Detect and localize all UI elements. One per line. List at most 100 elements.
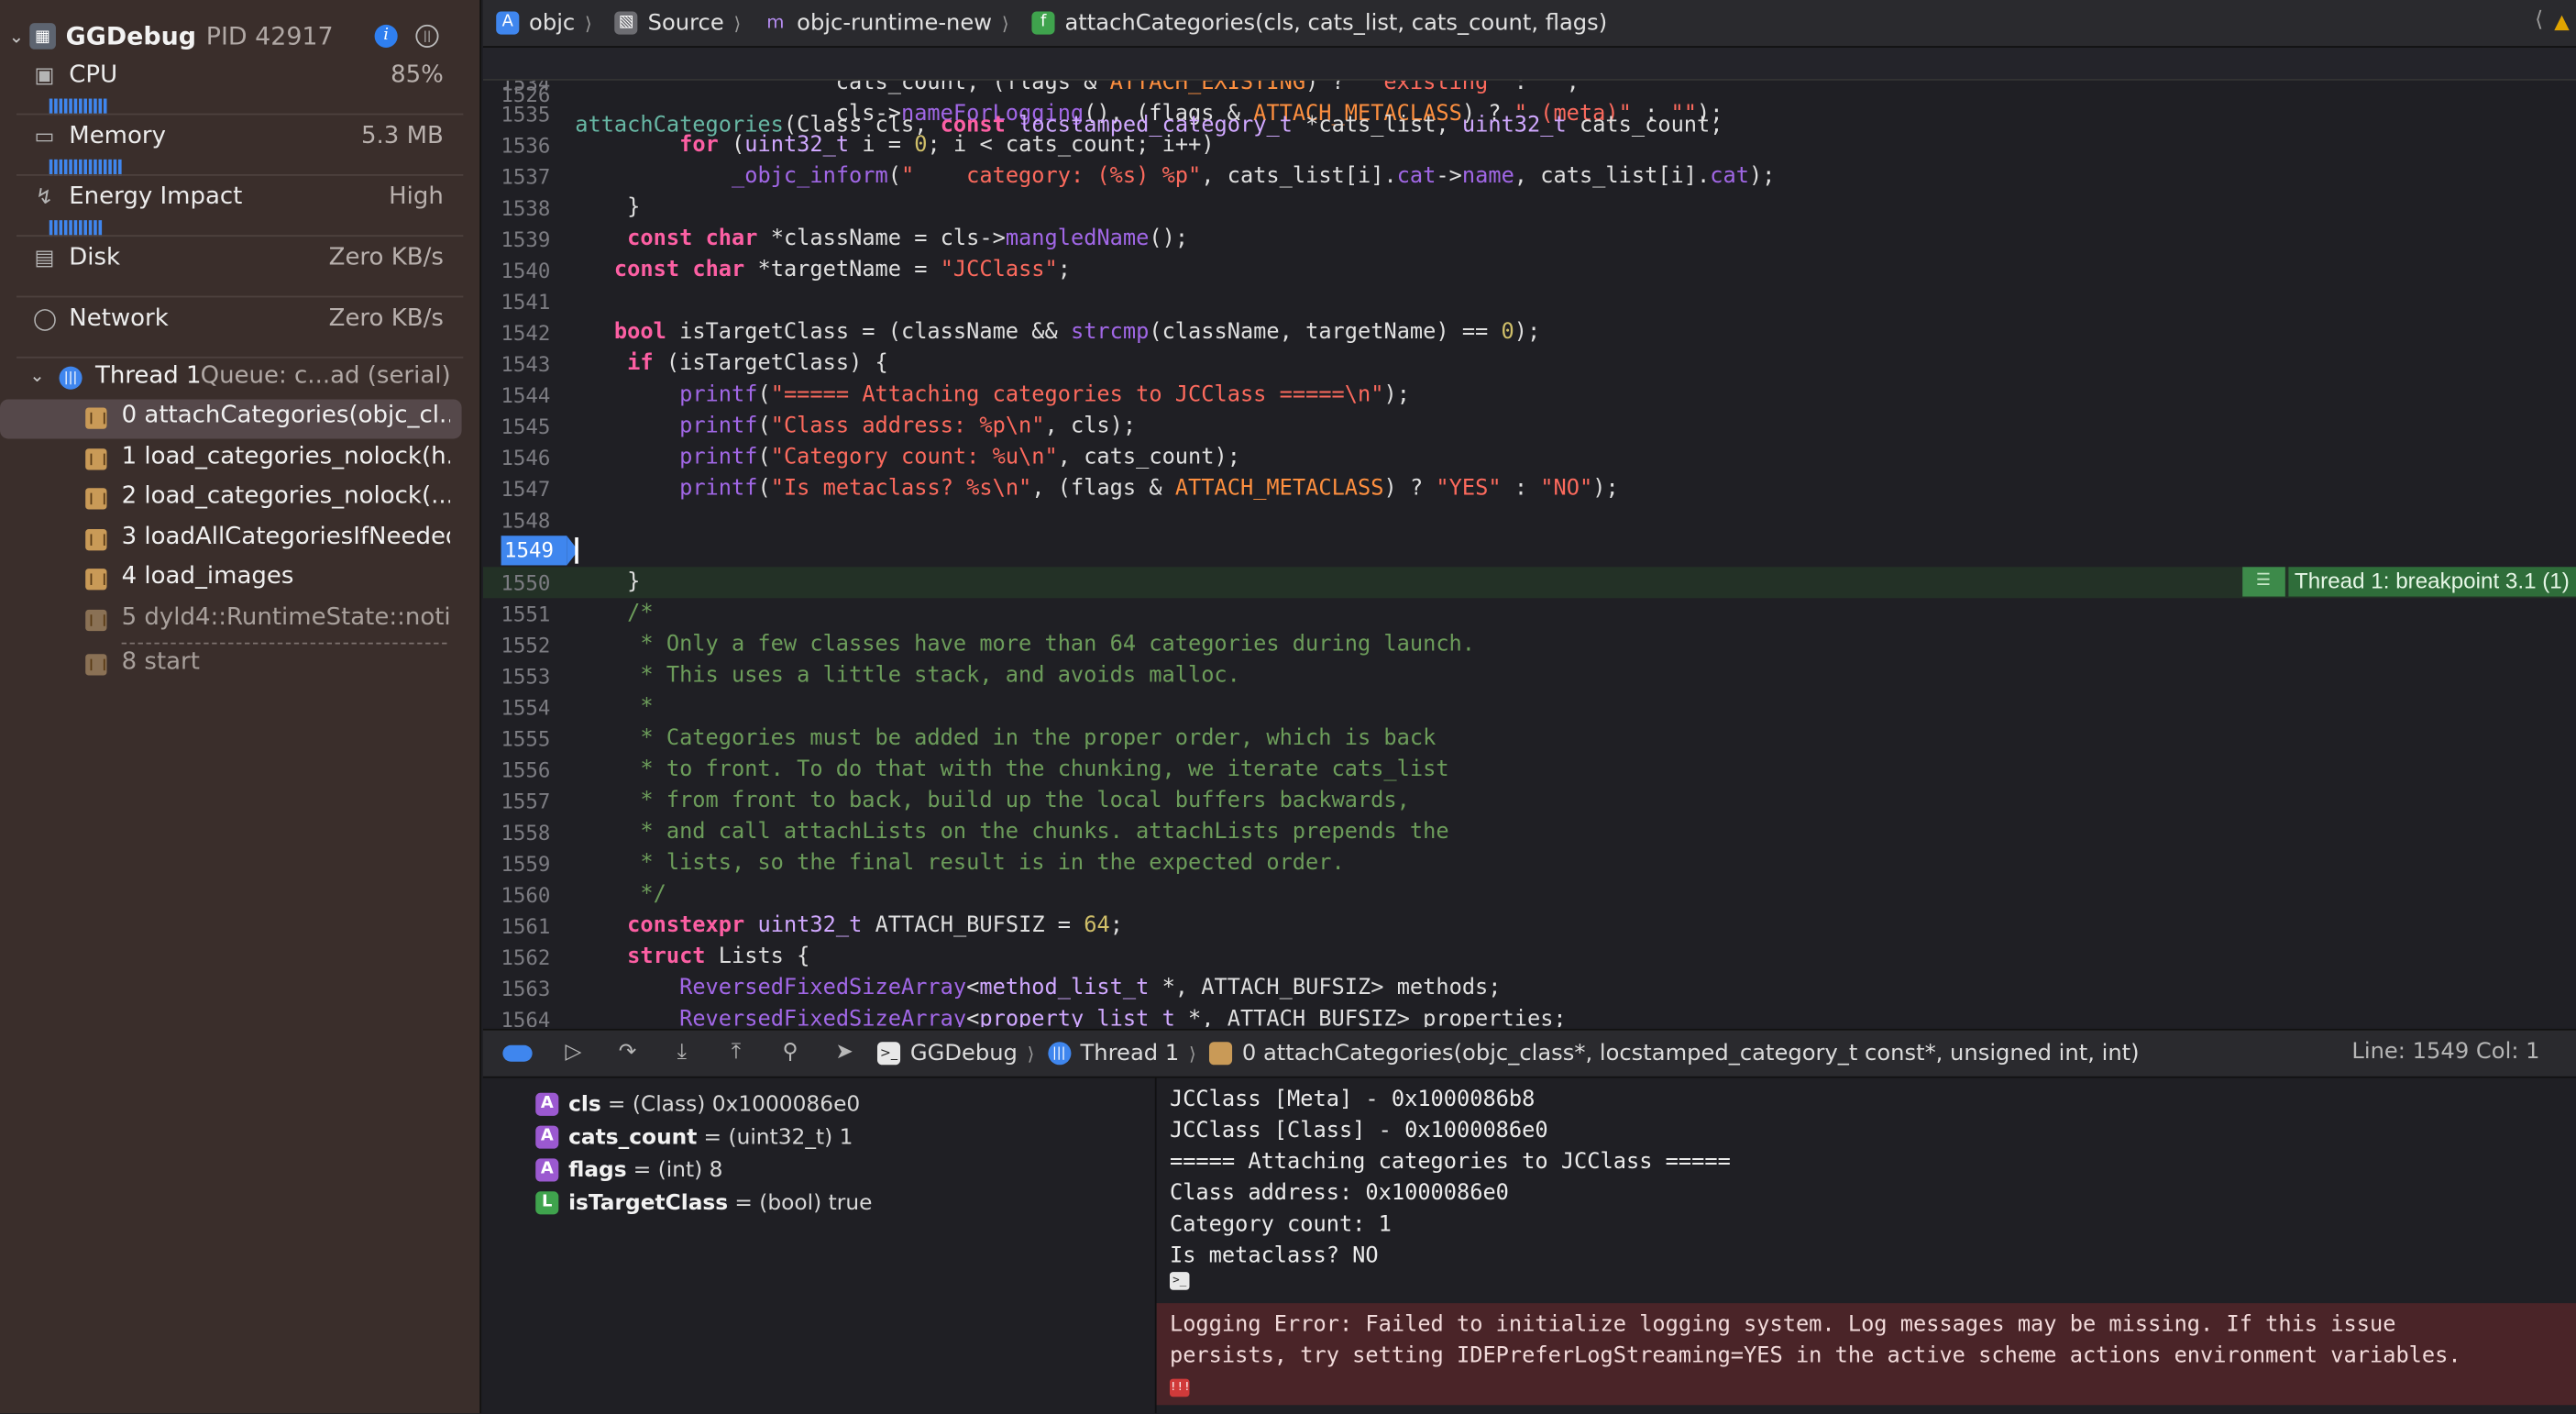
code-text: ReversedFixedSizeArray<property_list_t *… xyxy=(679,1007,1567,1028)
variable-row[interactable]: A cls = (Class) 0x1000086e0 xyxy=(535,1088,860,1121)
variable-row[interactable]: A cats_count = (uint32_t) 1 xyxy=(535,1121,853,1154)
code-line: 1555 * Categories must be added in the p… xyxy=(483,724,2576,755)
source-editor[interactable]: 1526 attachCategories(Class cls, const l… xyxy=(482,47,2576,1028)
frame-label: 1 load_categories_nolock(h... xyxy=(121,443,451,470)
variable-row[interactable]: A flags = (int) 8 xyxy=(535,1154,722,1187)
jumpbar-symbol[interactable]: f attachCategories(cls, cats_list, cats_… xyxy=(1018,10,1607,36)
thread-row[interactable]: ⌄ ||| Thread 1 Queue: c...ad (serial) xyxy=(0,361,479,397)
sticky-header: 1526 attachCategories(Class cls, const l… xyxy=(482,47,2576,138)
code-line: 1547 printf("Is metaclass? %s\n", (flags… xyxy=(483,473,2576,504)
chevron-right-icon: ⟩ xyxy=(1188,1043,1196,1065)
line-number: 1546 xyxy=(501,445,551,470)
gauge-value: Zero KB/s xyxy=(328,305,444,333)
memory-graph-icon[interactable]: ⚲ xyxy=(769,1037,812,1070)
gauge-label: Energy Impact xyxy=(69,183,243,211)
chevron-left-icon[interactable]: ⟨ xyxy=(2535,8,2543,33)
thread-lines-icon: ☰ xyxy=(2241,567,2285,597)
code-line: 1541 xyxy=(483,286,2576,317)
disk-icon: ▤ xyxy=(34,246,55,271)
code-line: 1553 * This uses a little stack, and avo… xyxy=(483,660,2576,691)
code-text: printf("Class address: %p\n", cls); xyxy=(679,414,1137,439)
code-line: 1542 bool isTargetClass = (className && … xyxy=(483,317,2576,348)
jumpbar-group[interactable]: ▧ Source ⟩ xyxy=(601,10,742,36)
continue-icon[interactable]: ▷ xyxy=(552,1037,595,1070)
jumpbar-label: objc-runtime-new xyxy=(797,9,993,37)
line-number: 1544 xyxy=(501,382,551,408)
stack-frame[interactable]: 8 start xyxy=(0,646,479,685)
code-line: 1562 struct Lists { xyxy=(483,942,2576,973)
logging-error-block: Logging Error: Failed to initialize logg… xyxy=(1156,1303,2576,1406)
process-name: GGDebug xyxy=(65,21,196,51)
stack-frame[interactable]: 0 attachCategories(objc_cl... xyxy=(0,399,479,439)
breakpoint-marker[interactable]: 1549 xyxy=(501,536,578,566)
debug-thread-label: Thread 1 xyxy=(1080,1040,1180,1067)
network-icon: ◯ xyxy=(32,307,57,333)
chevron-down-icon[interactable]: ⌄ xyxy=(4,26,30,47)
code-text: */ xyxy=(575,882,666,908)
line-number: 1553 xyxy=(501,664,551,689)
process-row[interactable]: ⌄ ▦ GGDebug PID 42917 i || xyxy=(0,17,479,56)
info-icon[interactable]: i xyxy=(374,24,398,48)
line-number: 1540 xyxy=(501,258,551,283)
terminal-icon: >_ xyxy=(876,1042,901,1066)
step-out-icon[interactable]: ⤒ xyxy=(715,1037,758,1070)
console-line: Category count: 1 xyxy=(1169,1212,1392,1238)
stack-frame[interactable]: 3 loadAllCategoriesIfNeeded xyxy=(0,521,479,560)
breakpoints-toggle[interactable] xyxy=(502,1044,533,1062)
location-icon[interactable]: ➤ xyxy=(823,1037,866,1070)
debug-target-label: GGDebug xyxy=(909,1040,1018,1067)
chevron-down-icon[interactable]: ⌄ xyxy=(29,365,45,386)
code-text: * Only a few classes have more than 64 c… xyxy=(575,632,1476,657)
code-text: * Categories must be added in the proper… xyxy=(575,726,1437,751)
step-over-icon[interactable]: ↷ xyxy=(606,1037,649,1070)
line-number: 1543 xyxy=(501,351,551,377)
line-number: 1548 xyxy=(501,507,551,533)
code-text: * from front to back, build up the local… xyxy=(575,789,1410,814)
warning-icon[interactable]: ▲ xyxy=(2554,10,2570,33)
breakpoint-annotation[interactable]: ☰ Thread 1: breakpoint 3.1 (1) xyxy=(2241,567,2576,597)
code-line: 1557 * from front to back, build up the … xyxy=(483,786,2576,817)
debug-frame[interactable]: 0 attachCategories(objc_class*, locstamp… xyxy=(1209,1040,2140,1066)
code-text: * to front. To do that with the chunking… xyxy=(575,757,1449,783)
jumpbar-label: objc xyxy=(529,9,576,37)
argument-badge-icon: A xyxy=(535,1158,559,1182)
stack-frame[interactable]: 2 load_categories_nolock(... xyxy=(0,480,479,519)
gauge-label: Memory xyxy=(69,123,166,150)
variable-row[interactable]: L isTargetClass = (bool) true xyxy=(535,1187,872,1220)
code-text: * This uses a little stack, and avoids m… xyxy=(575,664,1240,689)
pause-icon[interactable]: || xyxy=(415,24,439,48)
debug-target[interactable]: >_ GGDebug ⟩ xyxy=(876,1040,1035,1067)
chevron-right-icon: ⟩ xyxy=(733,12,742,34)
line-number: 1554 xyxy=(501,695,551,720)
frame-icon xyxy=(85,654,107,676)
debug-thread[interactable]: ||| Thread 1 ⟩ xyxy=(1047,1040,1196,1067)
code-line: 1563 ReversedFixedSizeArray<method_list_… xyxy=(483,973,2576,1004)
line-number: 1555 xyxy=(501,726,551,751)
line-number: 1541 xyxy=(501,289,551,315)
prompt-icon: >_ xyxy=(1169,1272,1190,1290)
stack-frame[interactable]: 5 dyld4::RuntimeState::noti... xyxy=(0,602,479,641)
cursor-position: Line: 1549 Col: 1 xyxy=(2351,1038,2540,1066)
stack-frame[interactable]: 4 load_images xyxy=(0,560,479,600)
step-into-icon[interactable]: ⤓ xyxy=(660,1037,703,1070)
code-text: if (isTargetClass) { xyxy=(627,351,888,377)
frames-collapsed-divider[interactable] xyxy=(121,642,447,645)
line-number: 1562 xyxy=(501,945,551,970)
line-number: 1550 xyxy=(501,569,551,595)
argument-badge-icon: A xyxy=(535,1125,559,1149)
frame-label: 5 dyld4::RuntimeState::noti... xyxy=(121,604,451,632)
code-line: 1540 const char *targetName = "JCClass"; xyxy=(483,255,2576,286)
chevron-right-icon: ⟩ xyxy=(1027,1043,1035,1065)
code-text: constexpr uint32_t ATTACH_BUFSIZ = 64; xyxy=(627,913,1123,939)
code-text: ReversedFixedSizeArray<method_list_t *, … xyxy=(679,976,1502,1001)
thread-icon: ||| xyxy=(59,366,83,390)
console-output[interactable]: JCClass [Meta] - 0x1000086b8 JCClass [Cl… xyxy=(1156,1077,2576,1414)
line-number: 1560 xyxy=(501,882,551,908)
gauge-label: Network xyxy=(69,305,169,333)
stack-frame[interactable]: 1 load_categories_nolock(h... xyxy=(0,440,479,480)
energy-icon: ↯ xyxy=(35,185,54,211)
jumpbar-file[interactable]: m objc-runtime-new ⟩ xyxy=(751,9,1008,37)
jumpbar-project[interactable]: A objc ⟩ xyxy=(483,9,592,37)
frame-icon xyxy=(85,609,107,632)
code-text: } xyxy=(575,195,641,221)
